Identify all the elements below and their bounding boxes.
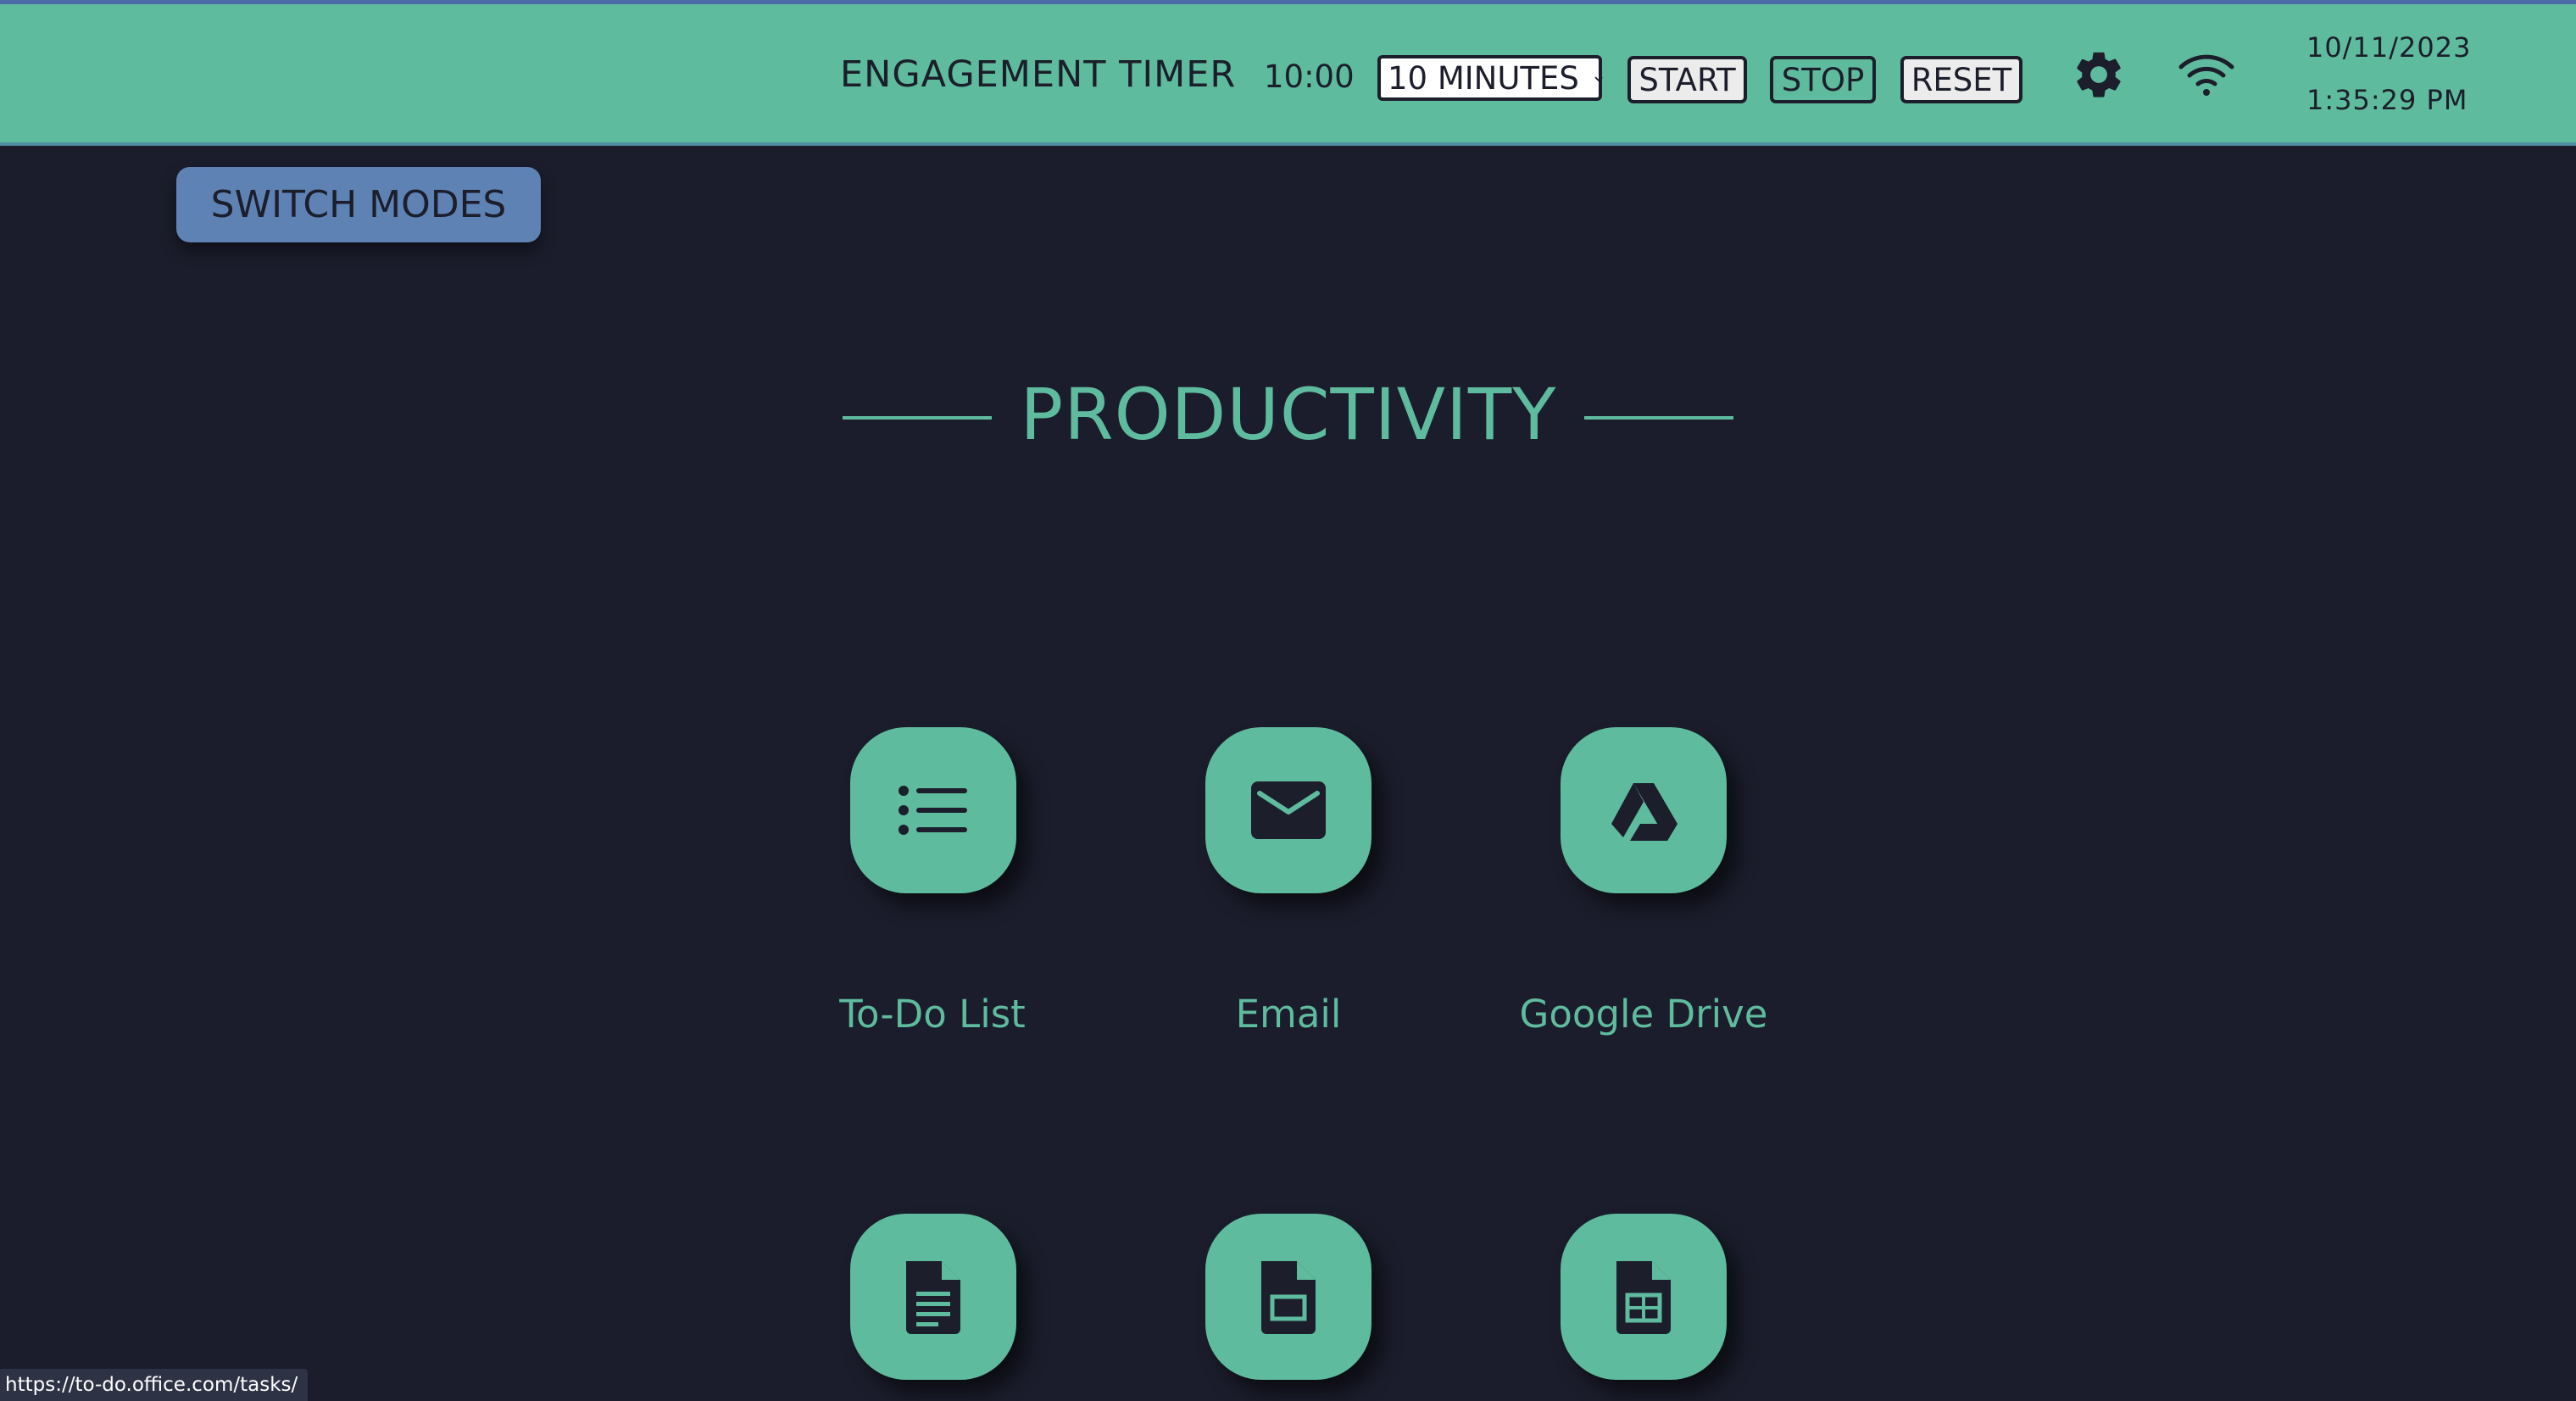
todo-list-label[interactable]: To-Do List: [754, 992, 1110, 1037]
top-bar: ENGAGEMENT TIMER 10:00 10 MINUTES ⌄ STAR…: [0, 0, 2576, 146]
chevron-down-icon: ⌄: [1590, 64, 1607, 86]
date-display: 10/11/2023: [2306, 31, 2472, 64]
google-drive-label[interactable]: Google Drive: [1466, 992, 1822, 1037]
slides-icon: [1261, 1261, 1316, 1334]
gear-icon[interactable]: [2071, 47, 2127, 103]
clock-display: 1:35:29 PM: [2306, 84, 2468, 116]
envelope-icon: [1251, 781, 1326, 839]
document-icon: [906, 1261, 960, 1334]
stop-button[interactable]: STOP: [1770, 56, 1876, 103]
sheets-tile[interactable]: [1561, 1214, 1727, 1380]
slides-tile[interactable]: [1205, 1214, 1371, 1380]
timer-display: 10:00: [1264, 58, 1355, 95]
email-tile[interactable]: [1205, 727, 1371, 893]
google-drive-tile[interactable]: [1561, 727, 1727, 893]
wifi-icon: [2178, 54, 2234, 96]
drive-icon: [1611, 783, 1677, 841]
status-bar-url: https://to-do.office.com/tasks/: [0, 1369, 309, 1401]
timer-title: ENGAGEMENT TIMER: [840, 53, 1237, 96]
switch-modes-button[interactable]: SWITCH MODES: [176, 167, 541, 242]
list-icon: [899, 786, 967, 835]
sheets-icon: [1616, 1261, 1671, 1334]
start-button[interactable]: START: [1627, 56, 1747, 103]
duration-select[interactable]: 10 MINUTES ⌄: [1377, 55, 1606, 101]
section-title: PRODUCTIVITY: [1020, 373, 1557, 456]
duration-select-value: 10 MINUTES: [1388, 59, 1579, 97]
email-label[interactable]: Email: [1110, 992, 1466, 1037]
todo-list-tile[interactable]: [850, 727, 1016, 893]
reset-button[interactable]: RESET: [1900, 56, 2022, 103]
docs-tile[interactable]: [850, 1214, 1016, 1380]
heading-rule-right: [1584, 416, 1733, 420]
heading-rule-left: [843, 416, 992, 420]
